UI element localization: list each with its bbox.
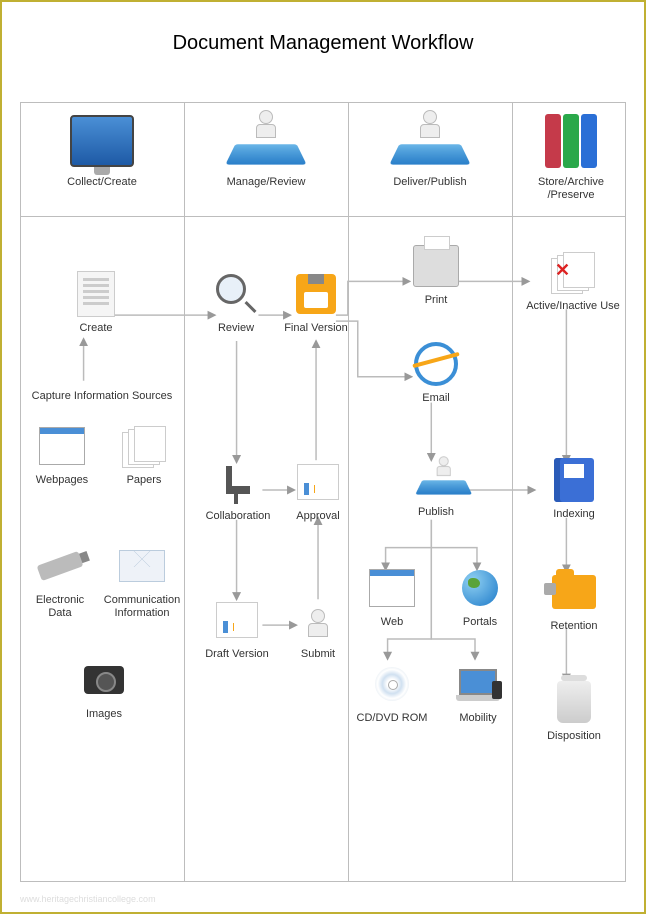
pages-icon: [120, 422, 168, 470]
desk-person-icon: [412, 454, 460, 502]
watermark: www.heritagechristiancollege.com: [20, 894, 156, 904]
printer-icon: [412, 242, 460, 290]
node-label: Indexing: [553, 508, 595, 521]
node-email: Email: [400, 340, 472, 405]
diagram-frame: Document Management Workflow Collect/Cre…: [0, 0, 646, 914]
diagram-grid: Collect/Create Manage/Review Deliver/Pub…: [20, 102, 626, 882]
browser-icon: [38, 422, 86, 470]
magnifier-icon: [212, 270, 260, 318]
col-label: Collect/Create: [67, 176, 137, 189]
node-edata: Electronic Data: [22, 542, 98, 620]
node-label: Retention: [550, 620, 597, 633]
chair-person-icon: [214, 458, 262, 506]
grid-line: [184, 102, 185, 882]
node-label: Collaboration: [206, 510, 271, 523]
node-label: Submit: [301, 648, 335, 661]
envelope-icon: [118, 542, 166, 590]
chart-icon: [294, 458, 342, 506]
node-portals: Portals: [444, 564, 516, 629]
node-collab: Collaboration: [198, 458, 278, 523]
laptop-icon: [454, 660, 502, 708]
desk-person-icon: [395, 110, 465, 172]
node-label: Email: [422, 392, 450, 405]
node-label: Webpages: [36, 474, 88, 487]
node-label: Publish: [418, 506, 454, 519]
ie-icon: [412, 340, 460, 388]
folder-lock-icon: [550, 568, 598, 616]
x-pages-icon: ✕: [549, 248, 597, 296]
node-create: Create: [56, 270, 136, 335]
node-label: Communication Information: [104, 594, 180, 620]
trash-bin-icon: [550, 678, 598, 726]
grid-line: [20, 216, 626, 217]
node-submit: Submit: [282, 596, 354, 661]
node-capture-label: Capture Information Sources: [26, 390, 178, 403]
node-label: Mobility: [459, 712, 496, 725]
node-comm: Communication Information: [100, 542, 184, 620]
node-label: Print: [425, 294, 448, 307]
node-disposition: Disposition: [530, 678, 618, 743]
grid-line: [625, 102, 626, 882]
node-label: Draft Version: [205, 648, 269, 661]
node-mobility: Mobility: [442, 660, 514, 725]
cd-icon: [368, 660, 416, 708]
col-header-deliver: Deliver/Publish: [348, 110, 512, 189]
node-label: Disposition: [547, 730, 601, 743]
node-label: Approval: [296, 510, 339, 523]
globe-icon: [456, 564, 504, 612]
node-webpages: Webpages: [26, 422, 98, 487]
grid-line: [20, 881, 626, 882]
node-label: Portals: [463, 616, 497, 629]
col-label: Manage/Review: [227, 176, 306, 189]
node-publish: Publish: [392, 454, 480, 519]
col-header-manage: Manage/Review: [184, 110, 348, 189]
chart-icon: [213, 596, 261, 644]
node-label: Active/Inactive Use: [526, 300, 620, 313]
node-web: Web: [356, 564, 428, 629]
node-review: Review: [200, 270, 272, 335]
desk-person-icon: [231, 110, 301, 172]
col-header-collect: Collect/Create: [20, 110, 184, 189]
node-draft: Draft Version: [196, 596, 278, 661]
col-label: Store/Archive /Preserve: [538, 176, 604, 202]
node-papers: Papers: [108, 422, 180, 487]
grid-line: [20, 102, 21, 882]
node-label: Electronic Data: [36, 594, 84, 620]
node-label: Create: [79, 322, 112, 335]
monitor-icon: [67, 110, 137, 172]
node-images: Images: [64, 656, 144, 721]
node-print: Print: [400, 242, 472, 307]
node-label: Images: [86, 708, 122, 721]
node-retention: Retention: [530, 568, 618, 633]
node-approval: Approval: [282, 458, 354, 523]
binders-icon: [536, 110, 606, 172]
node-indexing: Indexing: [530, 456, 618, 521]
usb-icon: [36, 542, 84, 590]
node-cddvd: CD/DVD ROM: [350, 660, 434, 725]
book-icon: [550, 456, 598, 504]
node-label: Final Version: [284, 322, 348, 335]
browser-icon: [368, 564, 416, 612]
grid-line: [512, 102, 513, 882]
node-label: Papers: [127, 474, 162, 487]
node-label: Web: [381, 616, 403, 629]
node-label: Review: [218, 322, 254, 335]
floppy-icon: [292, 270, 340, 318]
document-icon: [72, 270, 120, 318]
node-label: CD/DVD ROM: [357, 712, 428, 725]
node-final: Final Version: [280, 270, 352, 335]
diagram-title: Document Management Workflow: [2, 2, 644, 65]
person-icon: [294, 596, 342, 644]
grid-line: [20, 102, 626, 103]
col-label: Deliver/Publish: [393, 176, 466, 189]
node-active: ✕ Active/Inactive Use: [518, 248, 628, 313]
col-header-store: Store/Archive /Preserve: [512, 110, 630, 202]
camera-icon: [80, 656, 128, 704]
